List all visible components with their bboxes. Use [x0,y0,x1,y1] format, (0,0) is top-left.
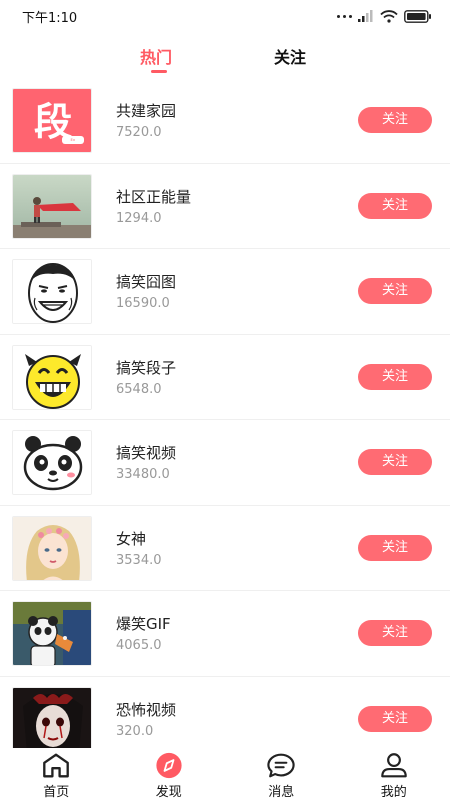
bottom-tab-bar: 首页 发现 消息 我的 [0,748,450,800]
list-item[interactable]: 爆笑GIF 4065.0 关注 [0,591,450,677]
laughing-smiley-icon [12,344,92,410]
duan-logo-icon: 段 ᴱᵛ [12,88,92,153]
item-count: 16590.0 [116,296,170,311]
follow-button[interactable]: 关注 [358,705,432,732]
person-icon [380,753,407,778]
follow-button[interactable]: 关注 [358,278,432,304]
cape-kid-photo-icon [12,173,92,239]
battery-icon [404,9,431,23]
follow-button[interactable]: 关注 [358,534,432,561]
svg-text:ᴱᵛ: ᴱᵛ [71,138,76,145]
discover-compass-icon [156,752,182,779]
follow-button[interactable]: 关注 [358,620,432,646]
status-time: 下午1:10 [22,10,78,26]
follow-button[interactable]: 关注 [358,449,432,475]
list-item[interactable]: 社区正能量 1294.0 关注 [0,164,450,249]
tabbar-label-discover: 发现 [155,785,182,800]
list-item[interactable]: 段 ᴱᵛ 共建家园 7520.0 关注 [0,78,450,164]
status-bar: 下午1:10 [0,0,450,32]
item-title: 搞笑段子 [116,358,177,377]
follow-button[interactable]: 关注 [358,363,432,390]
item-title: 女神 [116,529,147,548]
item-count: 7520.0 [116,125,162,140]
tabbar-item-home[interactable]: 首页 [0,748,113,800]
status-icons [337,9,432,23]
follow-button[interactable]: 关注 [358,107,432,133]
item-count: 33480.0 [116,467,170,482]
list-item[interactable]: 恐怖视频 320.0 关注 [0,677,450,748]
item-title: 爆笑GIF [116,615,171,633]
item-title: 搞笑囧图 [116,273,177,291]
item-count: 3534.0 [116,552,162,568]
top-tabs: 热门 关注 [0,38,450,76]
item-title: 搞笑视频 [116,444,177,462]
tabbar-item-discover[interactable]: 发现 [113,748,226,800]
meme-face-icon [12,259,92,324]
follow-button[interactable]: 关注 [358,192,432,219]
tabbar-item-mine[interactable]: 我的 [338,748,450,800]
message-bubble-icon [267,753,295,778]
tabbar-label-home: 首页 [43,785,70,800]
more-dots-icon [337,14,352,18]
cartoon-panda-icon [12,601,92,666]
item-count: 320.0 [116,723,154,739]
item-count: 4065.0 [116,638,162,653]
wifi-icon [380,9,398,23]
list-item[interactable]: 搞笑段子 6548.0 关注 [0,335,450,420]
list-item[interactable]: 搞笑视频 33480.0 关注 [0,420,450,506]
tabbar-label-mine: 我的 [380,785,407,800]
home-icon [43,753,70,778]
topic-list: 段 ᴱᵛ 共建家园 7520.0 关注 社区正能量 1294.0 关注 搞笑囧图 … [0,78,450,748]
active-tab-indicator [151,70,167,73]
tabbar-item-messages[interactable]: 消息 [225,748,338,800]
tab-hot[interactable]: 热门 [140,44,172,68]
item-title: 社区正能量 [116,187,192,206]
panda-icon [12,430,92,495]
girl-portrait-icon [12,515,92,581]
tabbar-label-messages: 消息 [268,785,295,800]
item-title: 共建家园 [116,102,177,120]
list-item[interactable]: 女神 3534.0 关注 [0,506,450,591]
item-title: 恐怖视频 [116,700,177,719]
list-item[interactable]: 搞笑囧图 16590.0 关注 [0,249,450,335]
item-count: 6548.0 [116,381,162,397]
tab-follow[interactable]: 关注 [274,44,306,68]
item-count: 1294.0 [116,210,162,226]
horror-doll-icon [12,686,92,748]
signal-icon [358,10,373,22]
